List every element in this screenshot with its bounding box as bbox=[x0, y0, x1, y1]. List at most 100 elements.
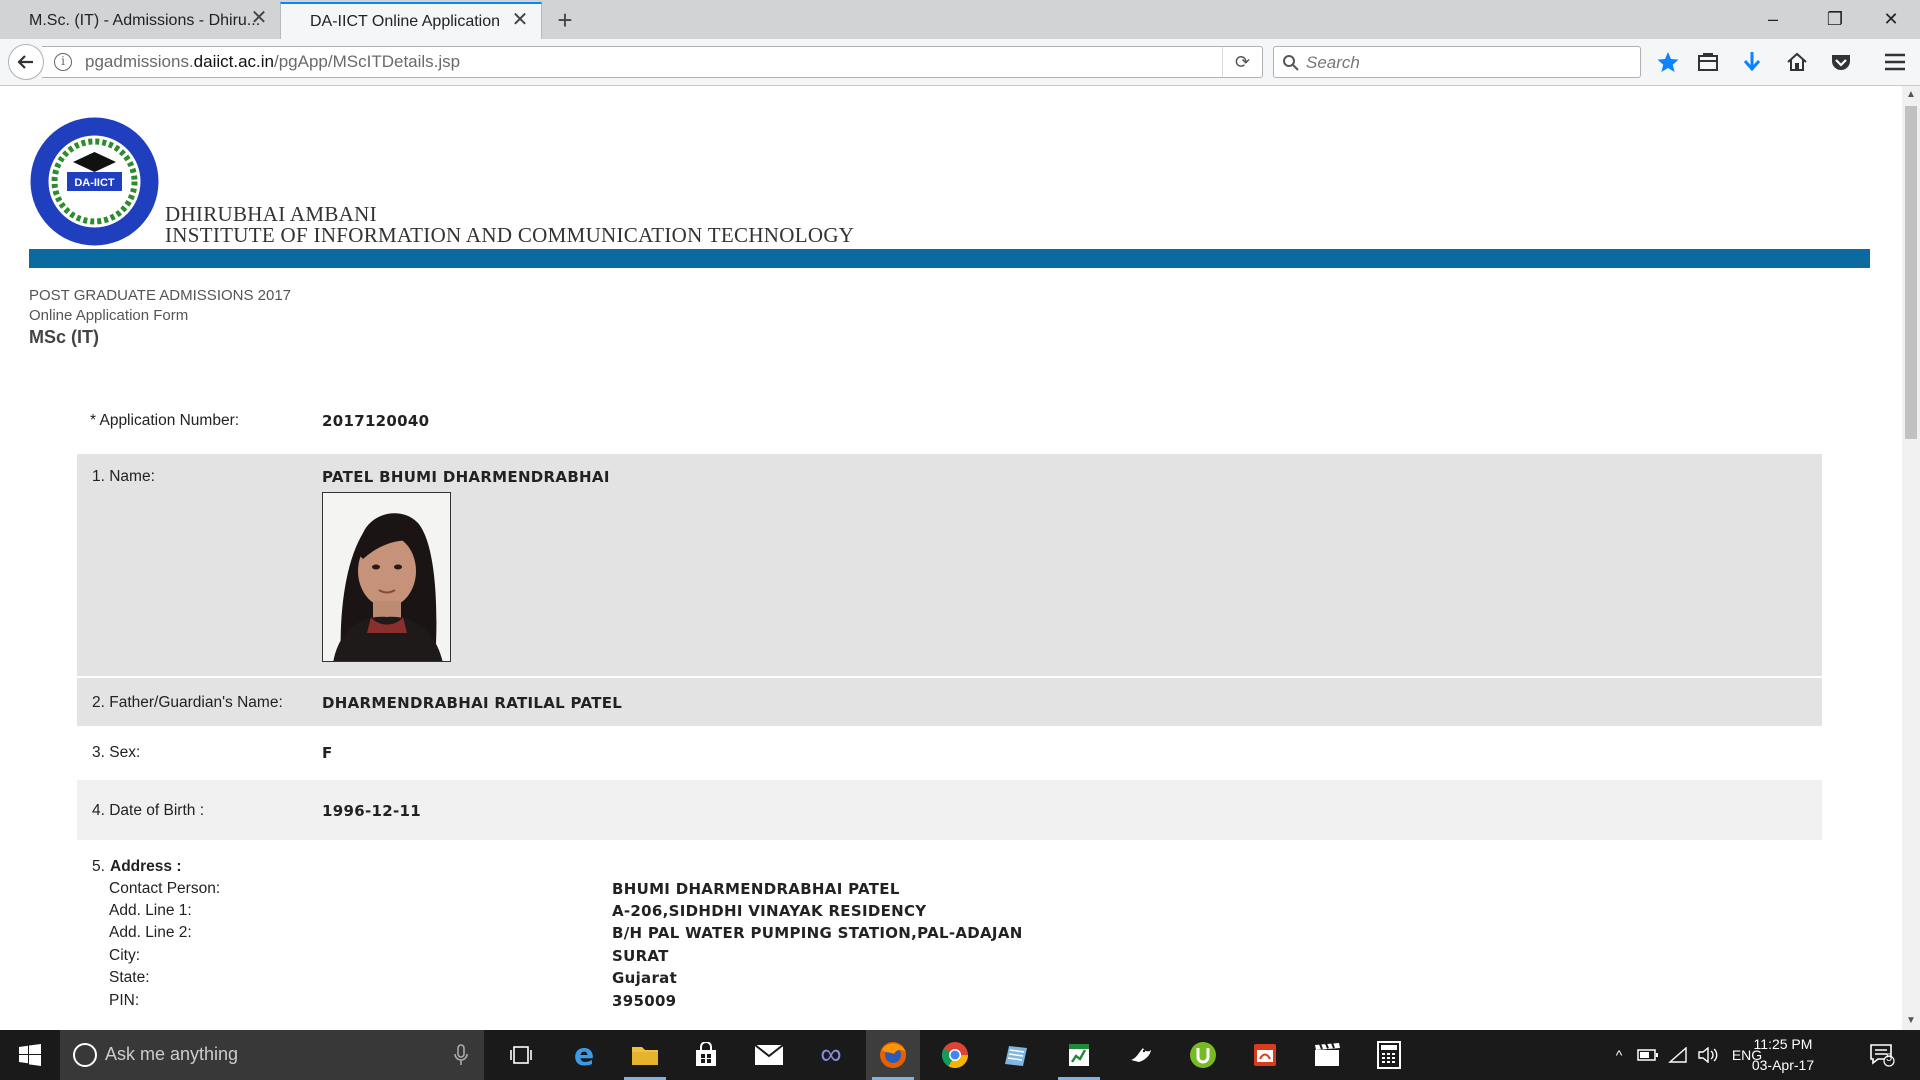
reload-icon[interactable]: ⟳ bbox=[1222, 47, 1262, 77]
application-number-label: * Application Number: bbox=[90, 412, 240, 429]
wifi-icon[interactable] bbox=[1664, 1030, 1692, 1080]
daiict-logo: DA-IICT bbox=[29, 116, 160, 247]
store-icon[interactable] bbox=[679, 1030, 733, 1080]
tab-title: DA-IICT Online Application bbox=[310, 12, 501, 30]
url-domain: daiict.ac.in bbox=[193, 52, 274, 71]
bookmarks-library-icon[interactable] bbox=[1693, 49, 1723, 75]
name-value: PATEL BHUMI DHARMENDRABHAI bbox=[322, 468, 610, 486]
close-tab-icon[interactable]: ✕ bbox=[250, 8, 268, 28]
scroll-down-arrow-icon[interactable]: ▼ bbox=[1902, 1012, 1920, 1030]
vertical-scrollbar[interactable]: ▲ ▼ bbox=[1902, 86, 1920, 1030]
close-tab-icon[interactable]: ✕ bbox=[511, 10, 529, 30]
tab-title: M.Sc. (IT) - Admissions - Dhiru... bbox=[29, 11, 261, 29]
infinity-app-icon[interactable]: ∞ bbox=[804, 1030, 858, 1080]
scroll-up-arrow-icon[interactable]: ▲ bbox=[1902, 86, 1920, 104]
firefox-icon[interactable] bbox=[866, 1030, 920, 1080]
close-window-button[interactable]: ✕ bbox=[1868, 2, 1914, 36]
applicant-photo bbox=[322, 492, 451, 662]
date-of-birth-value: 1996-12-11 bbox=[322, 802, 421, 820]
new-tab-button[interactable]: + bbox=[550, 5, 580, 35]
search-icon bbox=[1283, 55, 1299, 71]
windows-logo-icon bbox=[19, 1044, 41, 1066]
info-icon[interactable]: i bbox=[54, 53, 72, 71]
date-of-birth-label: 4. Date of Birth : bbox=[92, 802, 204, 819]
contact-person-value: BHUMI DHARMENDRABHAI PATEL bbox=[612, 880, 900, 898]
notification-count: 5 bbox=[1886, 1052, 1893, 1064]
logo-text: DA-IICT bbox=[74, 177, 115, 189]
address-number: 5. bbox=[92, 858, 105, 875]
back-button[interactable] bbox=[8, 44, 44, 80]
tab-admissions[interactable]: M.Sc. (IT) - Admissions - Dhiru... ✕ bbox=[0, 2, 280, 39]
cortana-search-box[interactable]: Ask me anything bbox=[60, 1030, 484, 1080]
navigation-toolbar: i pgadmissions.daiict.ac.in/pgApp/MScITD… bbox=[0, 39, 1920, 86]
start-button[interactable] bbox=[0, 1030, 60, 1080]
pin-label: PIN: bbox=[109, 992, 140, 1009]
home-icon[interactable] bbox=[1782, 49, 1812, 75]
address-line2-label: Add. Line 2: bbox=[109, 924, 192, 941]
clock-date: 03-Apr-17 bbox=[1751, 1057, 1815, 1073]
url-text[interactable]: pgadmissions.daiict.ac.in/pgApp/MScITDet… bbox=[85, 52, 460, 72]
cortana-placeholder: Ask me anything bbox=[105, 1044, 239, 1064]
address-title: Address : bbox=[110, 858, 182, 875]
name-label: 1. Name: bbox=[92, 468, 155, 485]
city-label: City: bbox=[109, 947, 140, 964]
cortana-icon bbox=[73, 1043, 97, 1067]
download-icon[interactable] bbox=[1737, 49, 1767, 75]
task-view-icon[interactable] bbox=[494, 1030, 548, 1080]
pocket-icon[interactable] bbox=[1826, 49, 1856, 75]
clock[interactable]: 11:25 PM 03-Apr-17 bbox=[1740, 1034, 1826, 1076]
spreadsheet-app-icon[interactable] bbox=[1052, 1030, 1106, 1080]
form-heading: POST GRADUATE ADMISSIONS 2017 Online App… bbox=[29, 286, 291, 348]
father-name-value: DHARMENDRABHAI RATILAL PATEL bbox=[322, 694, 623, 712]
show-hidden-icons-icon[interactable]: ^ bbox=[1606, 1030, 1632, 1080]
search-placeholder: Search bbox=[1306, 53, 1360, 72]
sex-row: 3. Sex: F bbox=[77, 726, 1822, 780]
file-explorer-icon[interactable] bbox=[618, 1030, 672, 1080]
header-band bbox=[29, 249, 1870, 268]
url-bar[interactable]: i pgadmissions.daiict.ac.in/pgApp/MScITD… bbox=[42, 46, 1263, 78]
institute-name-line1: DHIRUBHAI AMBANI bbox=[165, 202, 377, 226]
windows-taskbar: Ask me anything e ∞ ^ ENG 11:25 PM 03-Ap… bbox=[0, 1030, 1920, 1080]
minimize-button[interactable]: – bbox=[1750, 2, 1796, 36]
bookmark-star-icon[interactable] bbox=[1653, 49, 1683, 75]
state-label: State: bbox=[109, 969, 150, 986]
sex-value: F bbox=[322, 744, 333, 762]
father-name-row: 2. Father/Guardian's Name: DHARMENDRABHA… bbox=[77, 678, 1822, 726]
tab-online-application[interactable]: DA-IICT Online Application ✕ bbox=[280, 2, 542, 39]
utorrent-icon[interactable] bbox=[1176, 1030, 1230, 1080]
scrollbar-thumb[interactable] bbox=[1905, 106, 1917, 439]
pdf-reader-icon[interactable] bbox=[1238, 1030, 1292, 1080]
page-content: DA-IICT DHIRUBHAI AMBANI INSTITUTE OF IN… bbox=[0, 86, 1902, 1030]
microphone-icon[interactable] bbox=[454, 1044, 468, 1066]
address-section: 5. Address : Contact Person: BHUMI DHARM… bbox=[77, 856, 1822, 1026]
edge-icon[interactable]: e bbox=[557, 1030, 611, 1080]
volume-icon[interactable] bbox=[1694, 1030, 1722, 1080]
address-line1-label: Add. Line 1: bbox=[109, 902, 192, 919]
date-of-birth-row: 4. Date of Birth : 1996-12-11 bbox=[77, 780, 1822, 840]
institute-name: DHIRUBHAI AMBANI INSTITUTE OF INFORMATIO… bbox=[165, 204, 854, 246]
mail-icon[interactable] bbox=[742, 1030, 796, 1080]
action-center-icon[interactable]: 5 bbox=[1862, 1030, 1902, 1080]
calculator-icon[interactable] bbox=[1362, 1030, 1416, 1080]
city-value: SURAT bbox=[612, 947, 669, 965]
clock-time: 11:25 PM bbox=[1753, 1036, 1813, 1052]
back-arrow-icon bbox=[17, 55, 33, 69]
application-number-value: 2017120040 bbox=[322, 412, 430, 430]
chrome-icon[interactable] bbox=[928, 1030, 982, 1080]
search-bar[interactable]: Search bbox=[1273, 46, 1641, 78]
name-row: 1. Name: PATEL BHUMI DHARMENDRABHAI bbox=[77, 454, 1822, 676]
state-value: Gujarat bbox=[612, 969, 678, 987]
father-name-label: 2. Father/Guardian's Name: bbox=[92, 694, 283, 711]
battery-icon[interactable] bbox=[1634, 1030, 1662, 1080]
restore-button[interactable]: ❐ bbox=[1812, 2, 1858, 36]
url-path: /pgApp/MScITDetails.jsp bbox=[274, 52, 461, 71]
menu-icon[interactable] bbox=[1880, 49, 1910, 75]
application-number-row: * Application Number: 2017120040 bbox=[77, 406, 1822, 436]
notepad-app-icon[interactable] bbox=[990, 1030, 1044, 1080]
url-prefix: pgadmissions. bbox=[85, 52, 194, 71]
institute-name-line2: INSTITUTE OF INFORMATION AND COMMUNICATI… bbox=[165, 223, 855, 247]
bird-app-icon[interactable] bbox=[1114, 1030, 1168, 1080]
video-editor-icon[interactable] bbox=[1300, 1030, 1354, 1080]
admissions-title: POST GRADUATE ADMISSIONS 2017 bbox=[29, 287, 292, 304]
program-name: MSc (IT) bbox=[29, 327, 99, 347]
